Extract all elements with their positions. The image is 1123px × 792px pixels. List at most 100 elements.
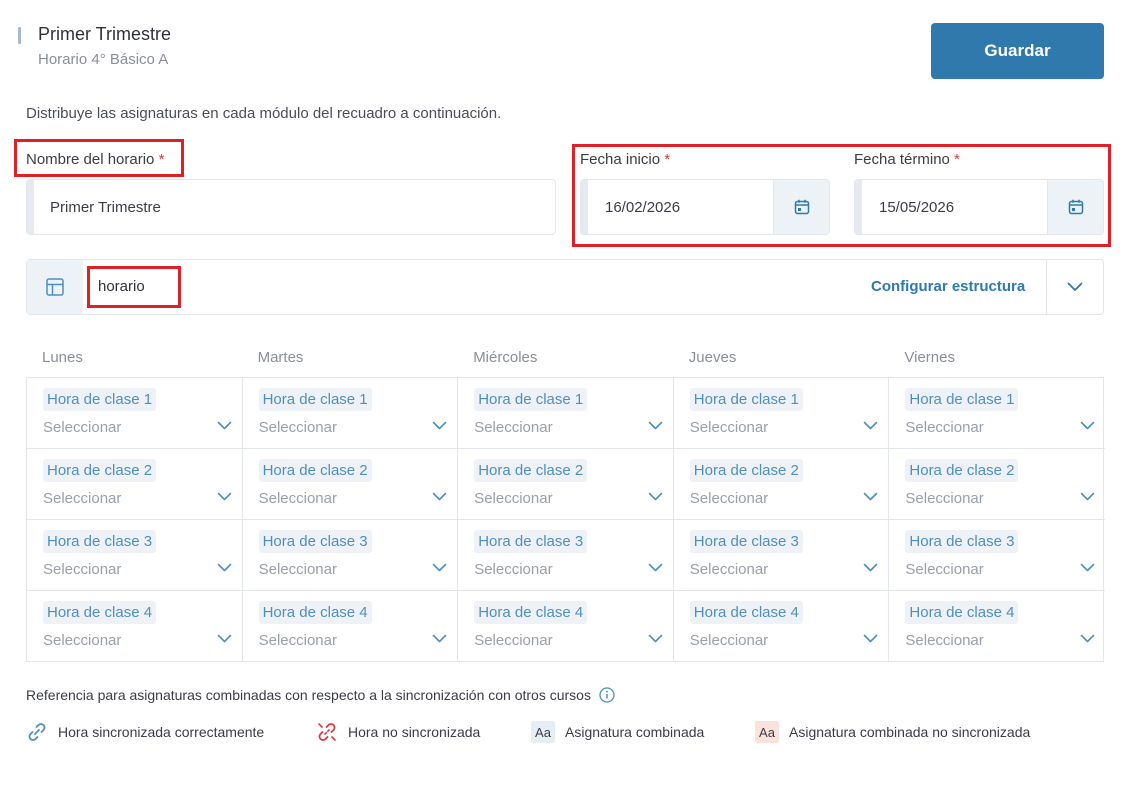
subject-select[interactable]: Seleccionar <box>474 561 552 578</box>
start-date-label-text: Fecha inicio <box>580 151 661 168</box>
schedule-cell[interactable]: Hora de clase 2 Seleccionar <box>458 449 674 520</box>
save-button[interactable]: Guardar <box>931 23 1104 79</box>
schedule-cell[interactable]: Hora de clase 4 Seleccionar <box>27 591 243 662</box>
subject-select[interactable]: Seleccionar <box>259 490 337 507</box>
chevron-down-icon[interactable] <box>217 492 232 501</box>
link-icon <box>28 723 46 741</box>
schedule-cell[interactable]: Hora de clase 1 Seleccionar <box>889 378 1105 449</box>
class-hour-tag: Hora de clase 3 <box>474 530 588 553</box>
subject-select[interactable]: Seleccionar <box>43 561 121 578</box>
chevron-down-icon[interactable] <box>217 563 232 572</box>
name-input-value: Primer Trimestre <box>50 199 161 216</box>
chevron-down-icon[interactable] <box>648 421 663 430</box>
chevron-down-icon[interactable] <box>648 634 663 643</box>
subject-select[interactable]: Seleccionar <box>474 419 552 436</box>
chevron-down-icon[interactable] <box>1080 634 1095 643</box>
name-field-label: Nombre del horario * <box>26 151 164 168</box>
class-hour-tag: Hora de clase 4 <box>258 601 372 624</box>
aa-badge-warning: Aa <box>755 721 779 743</box>
end-date-calendar-button[interactable] <box>1047 180 1103 234</box>
subject-select[interactable]: Seleccionar <box>43 419 121 436</box>
end-date-value: 15/05/2026 <box>879 199 955 216</box>
chevron-down-icon[interactable] <box>432 563 447 572</box>
schedule-cell[interactable]: Hora de clase 4 Seleccionar <box>458 591 674 662</box>
input-strip <box>581 180 588 234</box>
class-hour-tag: Hora de clase 1 <box>474 388 588 411</box>
class-hour-tag: Hora de clase 4 <box>689 601 803 624</box>
chevron-down-icon[interactable] <box>217 421 232 430</box>
schedule-grid: Hora de clase 1 Seleccionar Hora de clase … <box>26 377 1105 662</box>
schedule-cell[interactable]: Hora de clase 2 Seleccionar <box>889 449 1105 520</box>
structure-dropdown-toggle[interactable] <box>1047 260 1103 314</box>
subject-select[interactable]: Seleccionar <box>474 632 552 649</box>
subject-select[interactable]: Seleccionar <box>259 561 337 578</box>
schedule-cell[interactable]: Hora de clase 4 Seleccionar <box>243 591 459 662</box>
schedule-cell[interactable]: Hora de clase 1 Seleccionar <box>27 378 243 449</box>
input-strip <box>855 180 862 234</box>
chevron-down-icon[interactable] <box>863 492 878 501</box>
schedule-cell[interactable]: Hora de clase 4 Seleccionar <box>889 591 1105 662</box>
end-date-label: Fecha término * <box>854 151 960 168</box>
schedule-cell[interactable]: Hora de clase 3 Seleccionar <box>889 520 1105 591</box>
subject-select[interactable]: Seleccionar <box>43 490 121 507</box>
subject-select[interactable]: Seleccionar <box>43 632 121 649</box>
info-icon[interactable] <box>599 687 615 703</box>
chevron-down-icon[interactable] <box>863 563 878 572</box>
subject-select[interactable]: Seleccionar <box>690 419 768 436</box>
schedule-cell[interactable]: Hora de clase 2 Seleccionar <box>673 449 890 520</box>
chevron-down-icon[interactable] <box>1080 563 1095 572</box>
chevron-down-icon[interactable] <box>1080 492 1095 501</box>
subject-select[interactable]: Seleccionar <box>690 632 768 649</box>
class-hour-tag: Hora de clase 2 <box>905 459 1019 482</box>
schedule-cell[interactable]: Hora de clase 4 Seleccionar <box>674 591 890 662</box>
legend-item-label: Asignatura combinada <box>565 724 705 740</box>
table-icon <box>46 278 64 296</box>
chevron-down-icon[interactable] <box>863 421 878 430</box>
name-input[interactable]: Primer Trimestre <box>26 179 556 235</box>
schedule-cell[interactable]: Hora de clase 3 Seleccionar <box>673 520 890 591</box>
start-date-field[interactable]: 16/02/2026 <box>580 179 830 235</box>
subject-select[interactable]: Seleccionar <box>690 490 768 507</box>
chevron-down-icon[interactable] <box>1080 421 1095 430</box>
schedule-cell[interactable]: Hora de clase 1 Seleccionar <box>673 378 890 449</box>
subject-select[interactable]: Seleccionar <box>259 419 337 436</box>
subject-select[interactable]: Seleccionar <box>474 490 552 507</box>
class-hour-tag: Hora de clase 3 <box>43 530 157 553</box>
end-date-field[interactable]: 15/05/2026 <box>854 179 1104 235</box>
class-hour-tag: Hora de clase 3 <box>258 530 372 553</box>
schedule-cell[interactable]: Hora de clase 3 Seleccionar <box>27 520 243 591</box>
subject-select[interactable]: Seleccionar <box>259 632 337 649</box>
day-header: Viernes <box>904 349 955 366</box>
start-date-label: Fecha inicio * <box>580 151 670 168</box>
class-hour-tag: Hora de clase 3 <box>689 530 803 553</box>
subject-select[interactable]: Seleccionar <box>905 490 983 507</box>
subject-select[interactable]: Seleccionar <box>905 632 983 649</box>
schedule-cell[interactable]: Hora de clase 2 Seleccionar <box>242 449 459 520</box>
subject-select[interactable]: Seleccionar <box>905 561 983 578</box>
chevron-down-icon[interactable] <box>648 492 663 501</box>
page-subtitle: Horario 4° Básico A <box>38 51 169 68</box>
schedule-structure-selector[interactable]: Configurar estructura <box>26 259 1104 315</box>
subject-select[interactable]: Seleccionar <box>905 419 983 436</box>
required-mark: * <box>664 151 671 168</box>
chevron-down-icon[interactable] <box>432 421 447 430</box>
schedule-cell[interactable]: Hora de clase 1 Seleccionar <box>458 378 674 449</box>
chevron-down-icon[interactable] <box>648 563 663 572</box>
structure-name: horario <box>98 278 145 295</box>
chevron-down-icon[interactable] <box>863 634 878 643</box>
schedule-cell[interactable]: Hora de clase 3 Seleccionar <box>458 520 674 591</box>
chevron-down-icon[interactable] <box>217 634 232 643</box>
schedule-cell[interactable]: Hora de clase 2 Seleccionar <box>27 449 243 520</box>
legend-item-combined: Aa Asignatura combinada <box>531 721 704 743</box>
day-header: Martes <box>257 349 304 366</box>
class-hour-tag: Hora de clase 1 <box>43 388 157 411</box>
subject-select[interactable]: Seleccionar <box>690 561 768 578</box>
schedule-cell[interactable]: Hora de clase 3 Seleccionar <box>242 520 459 591</box>
start-date-calendar-button[interactable] <box>773 180 829 234</box>
legend-item-label: Hora no sincronizada <box>348 724 481 740</box>
instructions-text: Distribuye las asignaturas en cada módul… <box>26 105 502 122</box>
chevron-down-icon[interactable] <box>432 492 447 501</box>
configure-structure-link[interactable]: Configurar estructura <box>871 278 1025 295</box>
schedule-cell[interactable]: Hora de clase 1 Seleccionar <box>242 378 459 449</box>
chevron-down-icon[interactable] <box>432 634 447 643</box>
